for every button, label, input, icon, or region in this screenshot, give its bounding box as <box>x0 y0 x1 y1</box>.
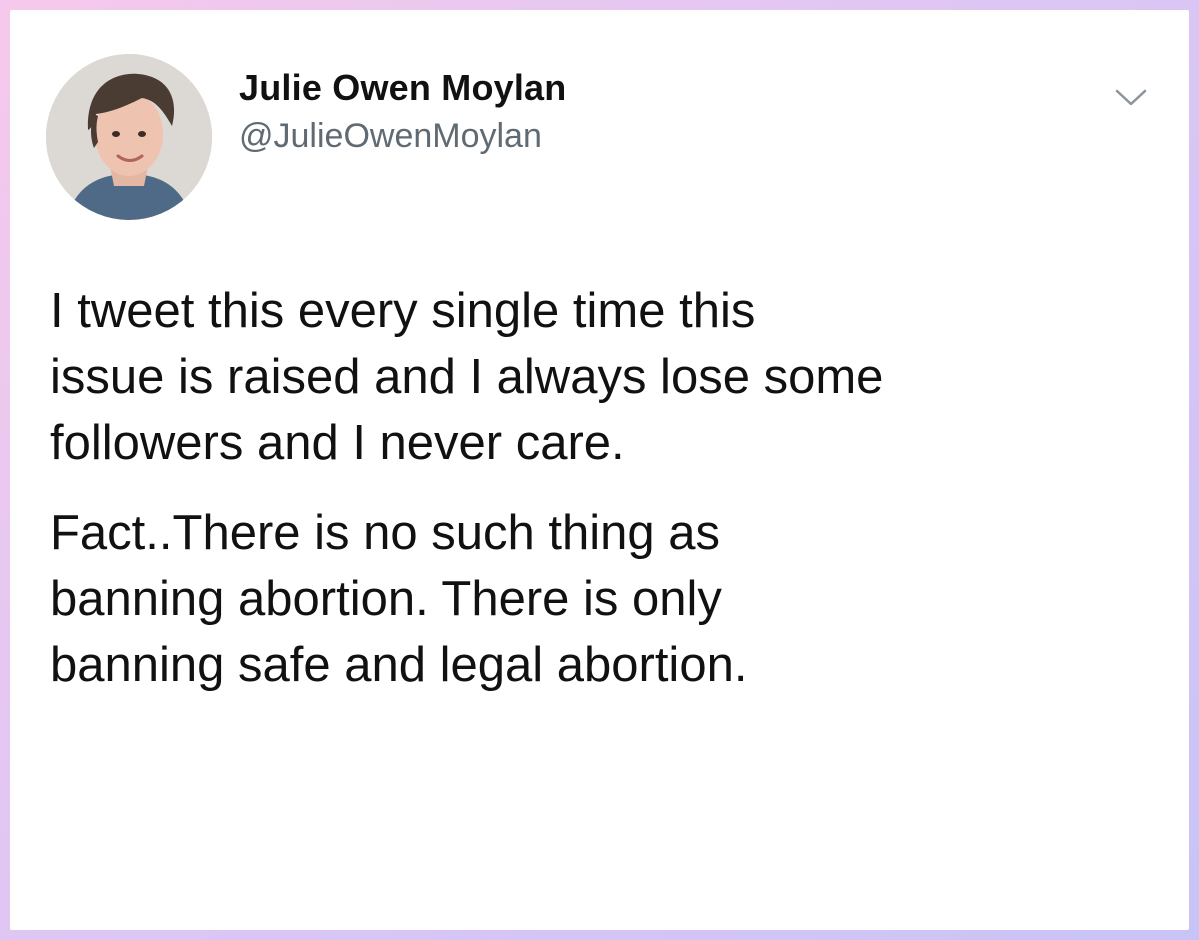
tweet-paragraph: I tweet this every single time this issu… <box>50 284 884 470</box>
tweet-text: I tweet this every single time this issu… <box>50 278 1160 698</box>
avatar[interactable] <box>46 54 212 220</box>
author-display-name[interactable]: Julie Owen Moylan <box>239 66 566 110</box>
chevron-down-icon[interactable] <box>1113 82 1149 112</box>
tweet-paragraph: Fact..There is no such thing as banning … <box>50 506 748 692</box>
tweet-card: Julie Owen Moylan @JulieOwenMoylan I twe… <box>10 10 1189 930</box>
tweet-header: Julie Owen Moylan @JulieOwenMoylan <box>46 46 1159 220</box>
author-names: Julie Owen Moylan @JulieOwenMoylan <box>239 66 566 158</box>
author-handle[interactable]: @JulieOwenMoylan <box>239 114 566 158</box>
avatar-photo-icon <box>46 54 212 220</box>
